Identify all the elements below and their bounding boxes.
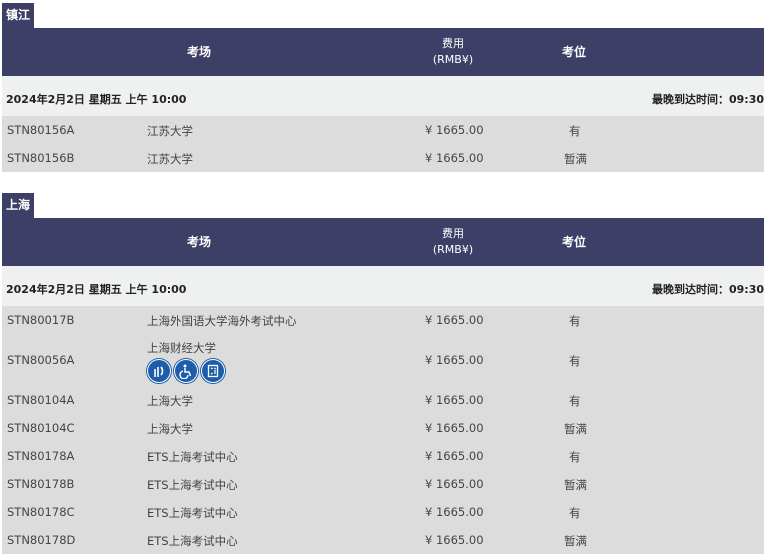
- venue-column-header: 考场: [187, 235, 212, 249]
- seat-status: 暂满: [564, 152, 587, 166]
- seat-status: 有: [569, 506, 581, 520]
- center-code: STN80104A: [7, 393, 75, 407]
- seat-status: 暂满: [564, 422, 587, 436]
- venue-name: 江苏大学: [147, 152, 193, 166]
- city-label-shanghai: 上海: [2, 193, 35, 218]
- fee-value: ¥ 1665.00: [425, 393, 484, 407]
- seat-column-header: 考位: [562, 235, 587, 249]
- seat-status: 暂满: [564, 478, 587, 492]
- table-row[interactable]: STN80056A 上海财经大学 ¥ 1665.00 有: [2, 334, 764, 386]
- center-code: STN80017B: [7, 313, 75, 327]
- fee-value: ¥ 1665.00: [425, 477, 484, 491]
- table-row[interactable]: STN80156A 江苏大学 ¥ 1665.00 有: [2, 116, 764, 144]
- venue-name: ETS上海考试中心: [147, 506, 238, 520]
- venue-name: 上海大学: [147, 394, 193, 408]
- fee-value: ¥ 1665.00: [425, 421, 484, 435]
- fee-value: ¥ 1665.00: [425, 449, 484, 463]
- seat-status: 有: [569, 124, 581, 138]
- table-row[interactable]: STN80104C 上海大学 ¥ 1665.00 暂满: [2, 414, 764, 442]
- arrival-time: 最晚到达时间：09:30: [651, 283, 764, 296]
- fee-value: ¥ 1665.00: [425, 123, 484, 137]
- venue-name: 上海财经大学: [147, 341, 216, 355]
- center-code: STN80156A: [7, 123, 75, 137]
- accessibility-icons: [147, 359, 225, 383]
- exam-date-row: 2024年2月2日 星期五 上午 10:00 最晚到达时间：09:30: [2, 76, 764, 116]
- venue-name: 江苏大学: [147, 124, 193, 138]
- center-code: STN80178D: [7, 533, 76, 547]
- table-row[interactable]: STN80178B ETS上海考试中心 ¥ 1665.00 暂满: [2, 470, 764, 498]
- seat-status: 有: [569, 314, 581, 328]
- table-header: 考场 费用 (RMB¥) 考位: [2, 218, 764, 266]
- fee-value: ¥ 1665.00: [425, 533, 484, 547]
- seat-column-header: 考位: [562, 45, 587, 59]
- seat-status: 有: [569, 394, 581, 408]
- table-row[interactable]: STN80156B 江苏大学 ¥ 1665.00 暂满: [2, 144, 764, 172]
- fee-value: ¥ 1665.00: [425, 353, 484, 367]
- table-row[interactable]: STN80178D ETS上海考试中心 ¥ 1665.00 暂满: [2, 526, 764, 554]
- wheelchair-icon[interactable]: [174, 359, 198, 383]
- seat-status: 有: [569, 354, 581, 368]
- table-row[interactable]: STN80104A 上海大学 ¥ 1665.00 有: [2, 386, 764, 414]
- fee-value: ¥ 1665.00: [425, 313, 484, 327]
- elevator-icon[interactable]: [201, 359, 225, 383]
- table-row[interactable]: STN80178C ETS上海考试中心 ¥ 1665.00 有: [2, 498, 764, 526]
- table-row[interactable]: STN80017B 上海外国语大学海外考试中心 ¥ 1665.00 有: [2, 306, 764, 334]
- center-code: STN80104C: [7, 421, 75, 435]
- city-label-zhenjiang: 镇江: [2, 3, 35, 28]
- hearing-assistance-icon[interactable]: [147, 359, 171, 383]
- venue-name: ETS上海考试中心: [147, 478, 238, 492]
- fee-value: ¥ 1665.00: [425, 151, 484, 165]
- center-code: STN80056A: [7, 353, 75, 367]
- seat-status: 有: [569, 450, 581, 464]
- table-row[interactable]: STN80178A ETS上海考试中心 ¥ 1665.00 有: [2, 442, 764, 470]
- venue-name: ETS上海考试中心: [147, 534, 238, 548]
- venue-column-header: 考场: [187, 45, 212, 59]
- venue-name: 上海外国语大学海外考试中心: [147, 314, 297, 328]
- seat-status: 暂满: [564, 534, 587, 548]
- center-code: STN80178B: [7, 477, 75, 491]
- exam-date: 2024年2月2日 星期五 上午 10:00: [6, 93, 187, 106]
- exam-date: 2024年2月2日 星期五 上午 10:00: [6, 283, 187, 296]
- fee-column-header: 费用 (RMB¥): [432, 37, 474, 66]
- exam-date-row: 2024年2月2日 星期五 上午 10:00 最晚到达时间：09:30: [2, 266, 764, 306]
- center-code: STN80178A: [7, 449, 75, 463]
- venue-name: ETS上海考试中心: [147, 450, 238, 464]
- fee-value: ¥ 1665.00: [425, 505, 484, 519]
- fee-column-header: 费用 (RMB¥): [432, 227, 474, 256]
- table-header: 考场 费用 (RMB¥) 考位: [2, 28, 764, 76]
- center-code: STN80178C: [7, 505, 75, 519]
- arrival-time: 最晚到达时间：09:30: [651, 93, 764, 106]
- center-code: STN80156B: [7, 151, 75, 165]
- venue-name: 上海大学: [147, 422, 193, 436]
